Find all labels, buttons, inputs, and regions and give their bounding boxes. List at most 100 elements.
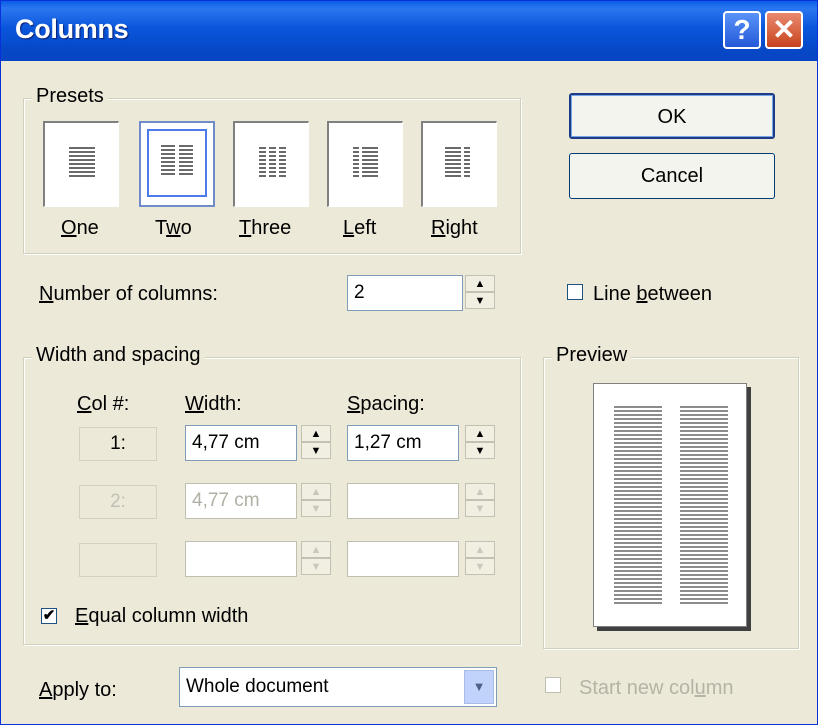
width-header: Width: <box>185 393 242 415</box>
preview-line <box>680 526 728 528</box>
preview-line <box>614 430 662 432</box>
preview-line <box>614 434 662 436</box>
help-icon[interactable]: ? <box>723 11 761 49</box>
preset-one-label[interactable]: One <box>61 217 99 240</box>
dialog-title: Columns <box>15 14 129 44</box>
preset-right[interactable] <box>421 121 497 207</box>
preview-line <box>680 562 728 564</box>
preset-one[interactable] <box>43 121 119 207</box>
col-number-2: 2: <box>79 485 157 519</box>
right-columns-icon <box>445 147 470 177</box>
preview-line <box>680 466 728 468</box>
line-between-label[interactable]: Line between <box>593 283 712 306</box>
width-input-1[interactable]: 4,77 cm <box>185 425 297 461</box>
preview-line <box>614 510 662 512</box>
preview-line <box>614 578 662 580</box>
preview-line <box>680 510 728 512</box>
preview-line <box>614 446 662 448</box>
preview-line <box>614 410 662 412</box>
width-input-2: 4,77 cm <box>185 483 297 519</box>
checkmark-icon: ✔ <box>42 607 56 624</box>
spacing-spinner-1[interactable]: ▲ ▼ <box>465 425 495 461</box>
preview-line <box>680 522 728 524</box>
spacing-spinner-3: ▲ ▼ <box>465 541 495 577</box>
preview-line <box>614 466 662 468</box>
number-of-columns-input[interactable]: 2 <box>347 275 463 311</box>
preview-line <box>614 414 662 416</box>
spin-up-icon[interactable]: ▲ <box>465 275 495 292</box>
cancel-button[interactable]: Cancel <box>569 153 775 199</box>
preview-line <box>614 438 662 440</box>
preview-line <box>614 558 662 560</box>
preview-line <box>680 550 728 552</box>
preview-line <box>614 570 662 572</box>
preview-line <box>680 582 728 584</box>
preview-line <box>614 498 662 500</box>
width-spinner-1[interactable]: ▲ ▼ <box>301 425 331 461</box>
number-of-columns-spinner[interactable]: ▲ ▼ <box>465 275 495 311</box>
preview-line <box>680 418 728 420</box>
title-bar[interactable]: Columns ? ✕ <box>1 1 817 61</box>
ok-button[interactable]: OK <box>569 93 775 139</box>
preview-line <box>614 590 662 592</box>
preview-line <box>614 582 662 584</box>
preset-three-label[interactable]: Three <box>239 217 291 240</box>
preview-line <box>680 450 728 452</box>
preview-line <box>614 422 662 424</box>
preview-line <box>680 554 728 556</box>
preview-line <box>680 442 728 444</box>
preview-line <box>680 406 728 408</box>
preview-line <box>614 534 662 536</box>
preview-line <box>680 454 728 456</box>
preview-line <box>680 458 728 460</box>
preview-line <box>614 486 662 488</box>
line-between-checkbox[interactable] <box>567 284 583 300</box>
preview-line <box>680 514 728 516</box>
preview-line <box>614 594 662 596</box>
preview-line <box>614 494 662 496</box>
chevron-down-icon[interactable]: ▼ <box>464 670 494 704</box>
apply-to-select[interactable]: Whole document ▼ <box>179 667 497 707</box>
preview-line <box>614 490 662 492</box>
preset-two-label[interactable]: Two <box>155 217 192 240</box>
two-column-preview-icon <box>614 406 728 604</box>
preview-line <box>680 430 728 432</box>
preview-line <box>680 542 728 544</box>
spacing-input-1[interactable]: 1,27 cm <box>347 425 459 461</box>
preset-three[interactable] <box>233 121 309 207</box>
preview-line <box>680 566 728 568</box>
preview-line <box>614 538 662 540</box>
preview-line <box>680 482 728 484</box>
left-columns-icon <box>353 147 378 177</box>
preview-line <box>680 598 728 600</box>
preview-line <box>614 598 662 600</box>
preview-line <box>614 566 662 568</box>
preview-line <box>680 534 728 536</box>
preview-line <box>680 602 728 604</box>
preset-right-label[interactable]: Right <box>431 217 478 240</box>
width-spinner-2: ▲ ▼ <box>301 483 331 519</box>
preview-line <box>680 558 728 560</box>
equal-width-label[interactable]: Equal column width <box>75 605 248 628</box>
preview-line <box>680 426 728 428</box>
preview-line <box>680 530 728 532</box>
preview-line <box>680 438 728 440</box>
spacing-spinner-2: ▲ ▼ <box>465 483 495 519</box>
preview-line <box>614 586 662 588</box>
preset-two[interactable] <box>139 121 215 207</box>
preview-line <box>614 442 662 444</box>
preview-line <box>680 478 728 480</box>
preview-line <box>614 470 662 472</box>
equal-width-checkbox[interactable]: ✔ <box>41 608 57 624</box>
close-icon[interactable]: ✕ <box>765 11 803 49</box>
preset-left[interactable] <box>327 121 403 207</box>
preset-left-label[interactable]: Left <box>343 217 376 240</box>
preview-line <box>680 574 728 576</box>
preview-line <box>680 410 728 412</box>
preview-line <box>614 530 662 532</box>
spin-down-icon[interactable]: ▼ <box>465 292 495 309</box>
preview-line <box>614 518 662 520</box>
preview-line <box>614 542 662 544</box>
preview-line <box>680 486 728 488</box>
preview-line <box>680 570 728 572</box>
